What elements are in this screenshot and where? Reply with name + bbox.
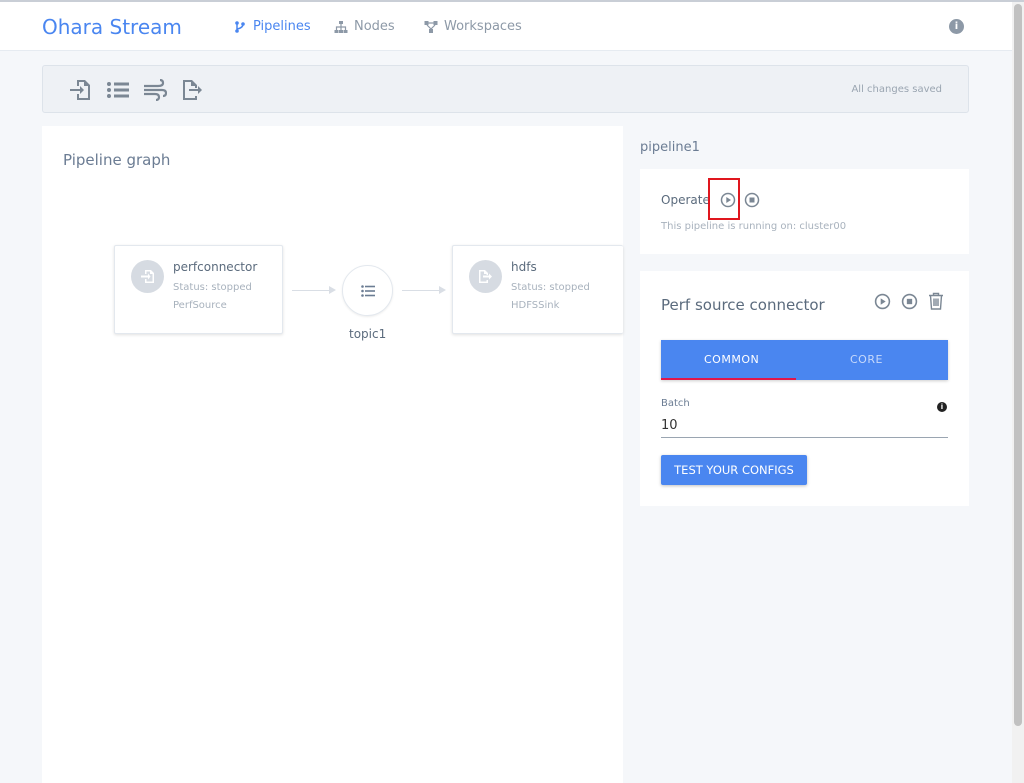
operate-card: Operate This pipeline is running on: clu… <box>640 169 969 254</box>
highlight-box <box>708 178 740 220</box>
batch-info-icon[interactable]: i <box>937 402 947 412</box>
sitemap-icon <box>334 20 348 33</box>
graph-node-source[interactable]: perfconnector Status: stopped PerfSource <box>114 245 283 334</box>
edge-arrow <box>402 286 446 294</box>
topic-name: topic1 <box>349 327 387 341</box>
node-status: Status: stopped <box>173 282 252 293</box>
brand-logo[interactable]: Ohara Stream <box>42 15 182 39</box>
nav-workspaces-label: Workspaces <box>444 19 522 34</box>
stop-icon <box>901 293 918 310</box>
graph-node-sink[interactable]: hdfs Status: stopped HDFSSink <box>452 245 623 334</box>
tab-core[interactable]: CORE <box>850 353 883 366</box>
nav-pipelines-label: Pipelines <box>253 19 311 34</box>
graph-node-topic[interactable] <box>342 265 393 316</box>
connector-card: Perf source connector COMMON CORE Batch … <box>640 271 969 506</box>
page-scrollbar[interactable] <box>1012 2 1024 783</box>
test-configs-button[interactable]: TEST YOUR CONFIGS <box>661 455 807 485</box>
play-icon <box>874 293 891 310</box>
node-status: Status: stopped <box>511 282 590 293</box>
sink-connector-icon[interactable] <box>181 79 205 101</box>
graph-title: Pipeline graph <box>63 151 171 169</box>
stop-icon <box>744 192 760 208</box>
active-tab-indicator <box>661 378 796 380</box>
topic-list-icon[interactable] <box>106 79 130 101</box>
scrollbar-thumb[interactable] <box>1014 4 1022 726</box>
node-name: hdfs <box>511 260 537 274</box>
tab-common[interactable]: COMMON <box>704 353 759 366</box>
pipeline-name: pipeline1 <box>640 140 700 155</box>
list-icon <box>361 285 375 297</box>
operate-label: Operate <box>661 193 710 207</box>
edge-arrow <box>292 286 336 294</box>
stop-connector-button[interactable] <box>901 293 918 310</box>
node-type: PerfSource <box>173 300 227 311</box>
config-tabs: COMMON CORE <box>661 340 948 380</box>
trash-icon <box>929 292 943 310</box>
node-type: HDFSSink <box>511 300 560 311</box>
pipeline-toolbar: All changes saved <box>42 65 969 113</box>
nav-nodes[interactable]: Nodes <box>334 19 395 34</box>
nav-workspaces[interactable]: Workspaces <box>424 19 522 34</box>
batch-input[interactable] <box>661 414 948 438</box>
pipeline-graph-panel: Pipeline graph perfconnector Status: sto… <box>42 126 623 783</box>
network-icon <box>424 20 438 33</box>
delete-connector-button[interactable] <box>928 292 944 310</box>
nav-nodes-label: Nodes <box>354 19 395 34</box>
sink-node-icon <box>469 260 502 293</box>
running-info: This pipeline is running on: cluster00 <box>661 221 847 232</box>
source-node-icon <box>131 260 164 293</box>
stream-app-icon[interactable] <box>143 78 168 102</box>
node-name: perfconnector <box>173 260 258 274</box>
save-status: All changes saved <box>851 84 942 95</box>
branch-icon <box>235 20 245 33</box>
connector-title: Perf source connector <box>661 296 825 314</box>
batch-label: Batch <box>661 398 690 409</box>
top-navbar: Ohara Stream Pipelines Nodes Workspaces … <box>0 2 1012 51</box>
stop-pipeline-button[interactable] <box>744 192 760 208</box>
nav-pipelines[interactable]: Pipelines <box>233 19 311 34</box>
source-connector-icon[interactable] <box>68 79 92 101</box>
info-icon[interactable]: i <box>949 19 964 34</box>
start-connector-button[interactable] <box>874 293 891 310</box>
